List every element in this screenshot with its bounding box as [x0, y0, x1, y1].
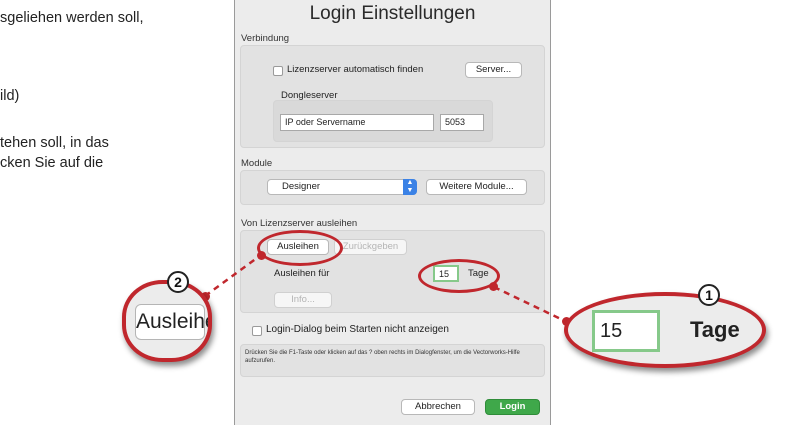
dialog-title: Login Einstellungen [309, 3, 476, 24]
marker-2: 2 [167, 271, 189, 293]
modules-section-label: Module [241, 158, 273, 169]
auto-find-checkbox[interactable] [273, 66, 283, 76]
modules-group: Designer ▲ ▼ Weitere Module... [240, 170, 545, 205]
info-button[interactable]: Info... [274, 292, 332, 308]
dongle-server-label: Dongleserver [281, 90, 338, 101]
cancel-button[interactable]: Abbrechen [401, 399, 475, 415]
dongle-server-group: IP oder Servername 5053 [273, 100, 493, 142]
borrow-for-label: Ausleihen für [274, 268, 330, 279]
connection-group: Lizenzserver automatisch finden Server..… [240, 45, 545, 148]
marker-1: 1 [698, 284, 720, 306]
connector-dot-2b [257, 251, 266, 260]
ip-input[interactable]: IP oder Servername [280, 114, 434, 131]
doc-text-line-2: ild) [0, 88, 20, 104]
select-arrows-icon: ▲ ▼ [403, 179, 417, 195]
zoom-callout-borrow: Ausleihen [122, 280, 212, 362]
zoom-borrow-button: Ausleihen [135, 304, 208, 340]
more-modules-button[interactable]: Weitere Module... [426, 179, 527, 195]
borrow-button-highlight [257, 230, 343, 266]
hide-login-dialog-label: Login-Dialog beim Starten nicht anzeigen [266, 324, 449, 335]
days-value-highlight [418, 259, 500, 293]
server-button[interactable]: Server... [465, 62, 522, 78]
login-settings-dialog: Login Einstellungen Verbindung Lizenzser… [234, 0, 551, 425]
hide-login-dialog-checkbox[interactable] [252, 326, 262, 336]
borrow-section-label: Von Lizenzserver ausleihen [241, 218, 358, 229]
doc-text-line-4: cken Sie auf die [0, 155, 104, 171]
doc-text-line-3: tehen soll, in das [0, 135, 109, 151]
return-button[interactable]: Zurückgeben [334, 239, 407, 255]
login-button[interactable]: Login [485, 399, 540, 415]
module-select-value: Designer [282, 181, 321, 192]
doc-text-line-1: sgeliehen werden soll, [0, 10, 144, 26]
connection-section-label: Verbindung [241, 33, 290, 44]
module-select[interactable]: Designer ▲ ▼ [267, 179, 417, 195]
auto-find-label: Lizenzserver automatisch finden [287, 64, 424, 75]
zoom-days-unit: Tage [690, 317, 740, 342]
connector-dot-1a [489, 282, 498, 291]
help-text: Drücken Sie die F1-Taste oder klicken au… [240, 344, 545, 377]
zoom-days-input: 15 [592, 310, 660, 352]
port-input[interactable]: 5053 [440, 114, 484, 131]
zoom-callout-days: 15 Tage [564, 292, 766, 368]
